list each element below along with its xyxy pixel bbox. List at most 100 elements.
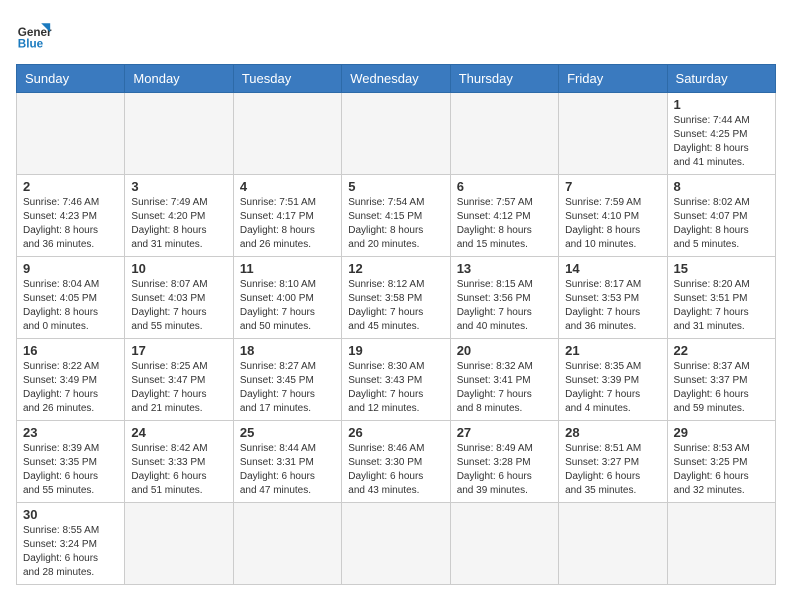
day-number: 15 xyxy=(674,261,769,276)
day-info: Sunrise: 8:35 AM Sunset: 3:39 PM Dayligh… xyxy=(565,360,660,416)
day-cell-15: 15 Sunrise: 8:20 AM Sunset: 3:51 PM Dayli… xyxy=(667,257,775,339)
empty-cell xyxy=(450,503,558,585)
day-info: Sunrise: 7:46 AM Sunset: 4:23 PM Dayligh… xyxy=(23,196,118,252)
day-cell-2: 2 Sunrise: 7:46 AM Sunset: 4:23 PM Daylig… xyxy=(17,175,125,257)
day-number: 24 xyxy=(131,425,226,440)
day-info: Sunrise: 8:10 AM Sunset: 4:00 PM Dayligh… xyxy=(240,278,335,334)
day-info: Sunrise: 8:53 AM Sunset: 3:25 PM Dayligh… xyxy=(674,442,769,498)
day-info: Sunrise: 8:02 AM Sunset: 4:07 PM Dayligh… xyxy=(674,196,769,252)
day-info: Sunrise: 7:49 AM Sunset: 4:20 PM Dayligh… xyxy=(131,196,226,252)
day-info: Sunrise: 8:44 AM Sunset: 3:31 PM Dayligh… xyxy=(240,442,335,498)
day-cell-26: 26 Sunrise: 8:46 AM Sunset: 3:30 PM Dayli… xyxy=(342,421,450,503)
day-number: 16 xyxy=(23,343,118,358)
page-header: General Blue xyxy=(16,16,776,52)
day-info: Sunrise: 8:22 AM Sunset: 3:49 PM Dayligh… xyxy=(23,360,118,416)
day-cell-14: 14 Sunrise: 8:17 AM Sunset: 3:53 PM Dayli… xyxy=(559,257,667,339)
weekday-header-tuesday: Tuesday xyxy=(233,65,341,93)
day-cell-30: 30 Sunrise: 8:55 AM Sunset: 3:24 PM Dayli… xyxy=(17,503,125,585)
day-info: Sunrise: 8:12 AM Sunset: 3:58 PM Dayligh… xyxy=(348,278,443,334)
logo: General Blue xyxy=(16,16,52,52)
empty-cell xyxy=(233,93,341,175)
day-number: 6 xyxy=(457,179,552,194)
day-number: 30 xyxy=(23,507,118,522)
day-cell-8: 8 Sunrise: 8:02 AM Sunset: 4:07 PM Daylig… xyxy=(667,175,775,257)
day-cell-23: 23Sunrise: 8:39 AM Sunset: 3:35 PM Dayli… xyxy=(17,421,125,503)
day-info: Sunrise: 8:30 AM Sunset: 3:43 PM Dayligh… xyxy=(348,360,443,416)
day-info: Sunrise: 8:37 AM Sunset: 3:37 PM Dayligh… xyxy=(674,360,769,416)
day-info: Sunrise: 8:46 AM Sunset: 3:30 PM Dayligh… xyxy=(348,442,443,498)
day-cell-4: 4 Sunrise: 7:51 AM Sunset: 4:17 PM Daylig… xyxy=(233,175,341,257)
svg-text:Blue: Blue xyxy=(18,38,44,51)
week-row-1: 1Sunrise: 7:44 AM Sunset: 4:25 PM Daylig… xyxy=(17,93,776,175)
empty-cell xyxy=(559,503,667,585)
day-cell-29: 29 Sunrise: 8:53 AM Sunset: 3:25 PM Dayli… xyxy=(667,421,775,503)
day-info: Sunrise: 8:27 AM Sunset: 3:45 PM Dayligh… xyxy=(240,360,335,416)
day-cell-28: 28Sunrise: 8:51 AM Sunset: 3:27 PM Dayli… xyxy=(559,421,667,503)
empty-cell xyxy=(342,503,450,585)
day-number: 1 xyxy=(674,97,769,112)
day-cell-22: 22 Sunrise: 8:37 AM Sunset: 3:37 PM Dayli… xyxy=(667,339,775,421)
weekday-header-row: SundayMondayTuesdayWednesdayThursdayFrid… xyxy=(17,65,776,93)
day-cell-3: 3 Sunrise: 7:49 AM Sunset: 4:20 PM Daylig… xyxy=(125,175,233,257)
empty-cell xyxy=(450,93,558,175)
day-info: Sunrise: 7:54 AM Sunset: 4:15 PM Dayligh… xyxy=(348,196,443,252)
day-info: Sunrise: 7:59 AM Sunset: 4:10 PM Dayligh… xyxy=(565,196,660,252)
day-number: 13 xyxy=(457,261,552,276)
day-number: 25 xyxy=(240,425,335,440)
day-cell-9: 9Sunrise: 8:04 AM Sunset: 4:05 PM Daylig… xyxy=(17,257,125,339)
day-cell-13: 13 Sunrise: 8:15 AM Sunset: 3:56 PM Dayli… xyxy=(450,257,558,339)
day-cell-25: 25 Sunrise: 8:44 AM Sunset: 3:31 PM Dayli… xyxy=(233,421,341,503)
day-number: 12 xyxy=(348,261,443,276)
day-number: 18 xyxy=(240,343,335,358)
day-cell-7: 7Sunrise: 7:59 AM Sunset: 4:10 PM Daylig… xyxy=(559,175,667,257)
week-row-6: 30 Sunrise: 8:55 AM Sunset: 3:24 PM Dayli… xyxy=(17,503,776,585)
day-number: 2 xyxy=(23,179,118,194)
day-cell-21: 21Sunrise: 8:35 AM Sunset: 3:39 PM Dayli… xyxy=(559,339,667,421)
day-info: Sunrise: 8:42 AM Sunset: 3:33 PM Dayligh… xyxy=(131,442,226,498)
day-cell-24: 24 Sunrise: 8:42 AM Sunset: 3:33 PM Dayli… xyxy=(125,421,233,503)
day-info: Sunrise: 8:51 AM Sunset: 3:27 PM Dayligh… xyxy=(565,442,660,498)
day-number: 22 xyxy=(674,343,769,358)
weekday-header-saturday: Saturday xyxy=(667,65,775,93)
day-info: Sunrise: 8:15 AM Sunset: 3:56 PM Dayligh… xyxy=(457,278,552,334)
day-cell-6: 6 Sunrise: 7:57 AM Sunset: 4:12 PM Daylig… xyxy=(450,175,558,257)
day-number: 8 xyxy=(674,179,769,194)
day-number: 26 xyxy=(348,425,443,440)
empty-cell xyxy=(559,93,667,175)
day-info: Sunrise: 7:51 AM Sunset: 4:17 PM Dayligh… xyxy=(240,196,335,252)
day-info: Sunrise: 8:17 AM Sunset: 3:53 PM Dayligh… xyxy=(565,278,660,334)
weekday-header-thursday: Thursday xyxy=(450,65,558,93)
weekday-header-monday: Monday xyxy=(125,65,233,93)
week-row-5: 23Sunrise: 8:39 AM Sunset: 3:35 PM Dayli… xyxy=(17,421,776,503)
empty-cell xyxy=(125,93,233,175)
day-number: 20 xyxy=(457,343,552,358)
day-info: Sunrise: 8:20 AM Sunset: 3:51 PM Dayligh… xyxy=(674,278,769,334)
day-info: Sunrise: 8:04 AM Sunset: 4:05 PM Dayligh… xyxy=(23,278,118,334)
calendar-table: SundayMondayTuesdayWednesdayThursdayFrid… xyxy=(16,64,776,585)
day-info: Sunrise: 7:57 AM Sunset: 4:12 PM Dayligh… xyxy=(457,196,552,252)
day-number: 3 xyxy=(131,179,226,194)
day-cell-17: 17Sunrise: 8:25 AM Sunset: 3:47 PM Dayli… xyxy=(125,339,233,421)
weekday-header-friday: Friday xyxy=(559,65,667,93)
day-cell-20: 20 Sunrise: 8:32 AM Sunset: 3:41 PM Dayli… xyxy=(450,339,558,421)
empty-cell xyxy=(342,93,450,175)
day-number: 4 xyxy=(240,179,335,194)
day-info: Sunrise: 8:07 AM Sunset: 4:03 PM Dayligh… xyxy=(131,278,226,334)
day-cell-18: 18 Sunrise: 8:27 AM Sunset: 3:45 PM Dayli… xyxy=(233,339,341,421)
day-cell-11: 11Sunrise: 8:10 AM Sunset: 4:00 PM Dayli… xyxy=(233,257,341,339)
day-number: 19 xyxy=(348,343,443,358)
day-number: 14 xyxy=(565,261,660,276)
day-info: Sunrise: 8:32 AM Sunset: 3:41 PM Dayligh… xyxy=(457,360,552,416)
day-number: 10 xyxy=(131,261,226,276)
day-info: Sunrise: 8:55 AM Sunset: 3:24 PM Dayligh… xyxy=(23,524,118,580)
day-info: Sunrise: 8:39 AM Sunset: 3:35 PM Dayligh… xyxy=(23,442,118,498)
day-number: 29 xyxy=(674,425,769,440)
day-cell-19: 19 Sunrise: 8:30 AM Sunset: 3:43 PM Dayli… xyxy=(342,339,450,421)
day-cell-5: 5Sunrise: 7:54 AM Sunset: 4:15 PM Daylig… xyxy=(342,175,450,257)
day-cell-10: 10 Sunrise: 8:07 AM Sunset: 4:03 PM Dayli… xyxy=(125,257,233,339)
week-row-2: 2 Sunrise: 7:46 AM Sunset: 4:23 PM Daylig… xyxy=(17,175,776,257)
day-cell-16: 16 Sunrise: 8:22 AM Sunset: 3:49 PM Dayli… xyxy=(17,339,125,421)
day-number: 17 xyxy=(131,343,226,358)
day-number: 27 xyxy=(457,425,552,440)
weekday-header-sunday: Sunday xyxy=(17,65,125,93)
